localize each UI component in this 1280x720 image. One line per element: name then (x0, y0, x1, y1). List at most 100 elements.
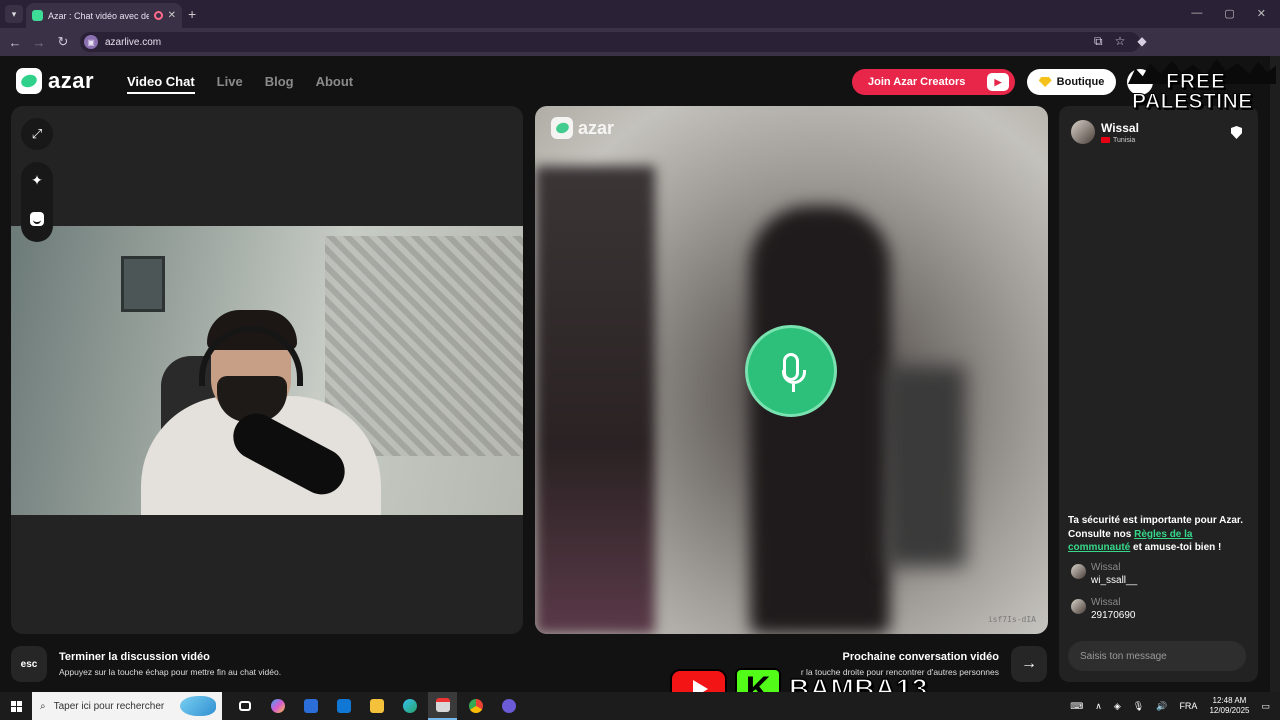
palestine-text: PALESTINE (1132, 90, 1253, 114)
system-tray: ⌨ ∧ ◈ 🎙 🔊 FRA 12:48 AM 12/09/2025 ▭ (1070, 692, 1280, 720)
network-icon[interactable]: ◈ (1114, 701, 1121, 712)
extension-icon[interactable]: ◆ (1137, 34, 1146, 49)
copilot-button[interactable] (263, 692, 292, 720)
task-view-icon (238, 701, 251, 711)
cast-icon[interactable]: ⧉ (1094, 34, 1103, 49)
peer-header: Wissal Tunisia (1071, 120, 1139, 144)
language-indicator[interactable]: FRA (1179, 701, 1197, 711)
tab-title: Azar : Chat vidéo avec de nouvelles pers… (48, 10, 149, 21)
nav-blog[interactable]: Blog (265, 74, 294, 94)
opera-button[interactable] (494, 692, 523, 720)
task-view-button[interactable] (230, 692, 259, 720)
tab-list-button[interactable]: ▾ (5, 5, 23, 23)
close-tab-icon[interactable]: ✕ (168, 10, 176, 21)
volume-icon[interactable]: 🔊 (1156, 701, 1167, 712)
browser-icon (501, 699, 516, 713)
self-camera-feed (11, 226, 523, 515)
chrome-button[interactable] (461, 692, 490, 720)
boutique-button[interactable]: Boutique (1027, 69, 1116, 95)
azar-logo[interactable]: azar (16, 68, 94, 94)
list-item: Wissal wi_ssall__ (1071, 562, 1137, 586)
report-shield-icon[interactable] (1231, 126, 1242, 139)
app-window-icon (435, 698, 450, 712)
message-author: Wissal (1091, 562, 1121, 573)
logo-text: azar (48, 68, 95, 93)
tunisia-flag-icon (1101, 137, 1110, 143)
peer-name: Wissal (1101, 120, 1139, 135)
nav-about[interactable]: About (316, 74, 354, 94)
azar-site: azar Video Chat Live Blog About Join Aza… (0, 56, 1270, 692)
clock-time: 12:48 AM (1212, 696, 1247, 705)
nav-live[interactable]: Live (217, 74, 243, 94)
boutique-label: Boutique (1056, 76, 1105, 88)
keyboard-icon[interactable]: ⌨ (1070, 701, 1083, 712)
azar-logo-icon (16, 68, 42, 94)
edge-button[interactable] (395, 692, 424, 720)
reload-button[interactable]: ↻ (51, 34, 75, 50)
expand-icon[interactable]: ⤢ (21, 118, 53, 150)
site-info-icon[interactable]: ▣ (84, 35, 98, 49)
close-window-icon[interactable]: ✕ (1257, 7, 1266, 20)
microphone-tray-icon[interactable]: 🎙 (1133, 701, 1144, 712)
avatar (1071, 599, 1086, 614)
nav-video-chat[interactable]: Video Chat (127, 74, 195, 94)
browser-tab[interactable]: Azar : Chat vidéo avec de nouvelles pers… (26, 3, 182, 28)
windows-taskbar: ⌕ Taper ici pour rechercher ⌨ ∧ ◈ 🎙 🔊 FR… (0, 692, 1280, 720)
maximize-icon[interactable]: ▢ (1224, 7, 1234, 20)
file-explorer-button[interactable] (362, 692, 391, 720)
search-icon: ⌕ (40, 700, 46, 712)
message-input[interactable]: Saisis ton message (1068, 641, 1246, 671)
active-app-button[interactable] (428, 692, 457, 720)
windows-icon (10, 700, 22, 712)
window-controls: — ▢ ✕ (1191, 7, 1266, 20)
start-button[interactable] (0, 700, 32, 712)
arrow-right-icon: → (1021, 655, 1037, 672)
chevron-up-icon[interactable]: ∧ (1095, 701, 1102, 712)
list-item: Wissal 29170690 (1071, 597, 1136, 621)
taskbar-search[interactable]: ⌕ Taper ici pour rechercher (32, 692, 222, 720)
browser-tabbar: ▾ Azar : Chat vidéo avec de nouvelles pe… (0, 0, 1280, 28)
new-tab-button[interactable]: + (188, 6, 196, 22)
folder-icon (369, 699, 384, 713)
chrome-icon (468, 699, 483, 713)
microphone-button[interactable] (745, 325, 837, 417)
azar-favicon-icon (32, 10, 43, 21)
next-chat-button[interactable]: → (1011, 646, 1047, 682)
avatar[interactable] (1071, 120, 1095, 144)
join-creators-button[interactable]: Join Azar Creators ▶ (852, 69, 1015, 95)
copilot-icon (270, 699, 285, 713)
message-author: Wissal (1091, 597, 1121, 608)
join-label: Join Azar Creators (868, 76, 966, 88)
remote-logo-text: azar (578, 117, 615, 138)
bookmark-star-icon[interactable]: ☆ (1115, 34, 1126, 49)
next-chat-title: Prochaine conversation vidéo (842, 651, 1000, 663)
store-button[interactable] (296, 692, 325, 720)
forward-button[interactable]: → (27, 35, 51, 50)
clock[interactable]: 12:48 AM 12/09/2025 (1209, 696, 1249, 716)
effects-toolbar: ✦ (21, 162, 53, 242)
end-chat-hint: Appuyez sur la touche échap pour mettre … (59, 667, 282, 677)
free-palestine-overlay: FREE PALESTINE (1128, 58, 1276, 116)
gem-icon (1038, 77, 1052, 87)
page-scrollbar[interactable] (1270, 56, 1280, 692)
peer-country: Tunisia (1101, 137, 1139, 144)
end-chat-button[interactable]: esc (11, 646, 47, 682)
minimize-icon[interactable]: — (1191, 7, 1202, 20)
message-text: wi_ssall__ (1091, 575, 1138, 586)
sparkle-icon[interactable]: ✦ (21, 172, 53, 189)
address-tools: ⧉ ☆ ◆ (1094, 34, 1147, 49)
main-nav: Video Chat Live Blog About (127, 74, 353, 94)
face-mask-icon[interactable] (30, 212, 44, 226)
address-bar: ← → ↻ ▣ azarlive.com (0, 28, 1280, 56)
url-text: azarlive.com (105, 36, 162, 48)
clock-date: 12/09/2025 (1209, 706, 1250, 715)
taskbar-apps (230, 692, 523, 720)
url-field[interactable]: ▣ azarlive.com (80, 32, 1140, 52)
safety-notice: Ta sécurité est importante pour Azar. Co… (1068, 515, 1244, 553)
edge-icon (402, 699, 417, 713)
play-icon: ▶ (987, 73, 1009, 91)
outlook-icon (336, 699, 351, 713)
outlook-button[interactable] (329, 692, 358, 720)
notification-icon[interactable]: ▭ (1261, 701, 1270, 712)
back-button[interactable]: ← (3, 35, 27, 50)
